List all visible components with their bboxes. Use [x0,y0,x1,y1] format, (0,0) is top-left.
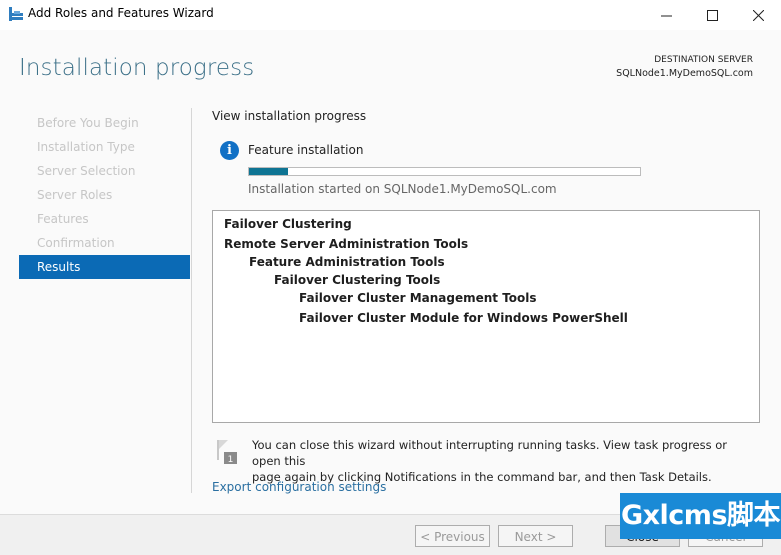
info-icon: i [220,141,239,160]
minimize-button[interactable] [643,0,689,30]
next-button[interactable]: Next > [498,525,573,547]
minimize-icon [660,15,672,16]
nav-item-installation-type: Installation Type [37,140,135,154]
result-item: Feature Administration Tools [249,255,445,269]
result-item: Failover Clustering [224,217,352,231]
result-item: Remote Server Administration Tools [224,237,469,251]
section-title: View installation progress [212,109,367,123]
notification-flag-icon: 1 [217,440,237,465]
wizard-nav: Before You Begin Installation Type Serve… [19,111,190,279]
wizard-header: Installation progress DESTINATION SERVER… [0,30,781,100]
watermark-overlay: Gxlcms脚本 [620,493,781,539]
nav-divider [191,108,192,493]
export-configuration-link[interactable]: Export configuration settings [212,480,386,494]
destination-server-label: DESTINATION SERVER [654,55,753,65]
result-item: Failover Cluster Management Tools [299,291,537,305]
nav-item-results[interactable]: Results [19,255,190,279]
result-item: Failover Cluster Module for Windows Powe… [299,311,628,325]
results-list: Failover Clustering Remote Server Admini… [212,210,760,423]
maximize-icon [706,9,718,21]
nav-item-server-roles: Server Roles [37,188,113,202]
nav-item-server-selection: Server Selection [37,164,136,178]
close-window-button[interactable] [735,0,781,30]
result-item: Failover Clustering Tools [274,273,441,287]
previous-button[interactable]: < Previous [415,525,490,547]
note-line-1: You can close this wizard without interr… [252,438,728,468]
installation-progress-bar [248,167,641,176]
progress-fill [249,168,289,175]
close-icon [752,9,764,21]
maximize-button[interactable] [689,0,735,30]
installation-started-text: Installation started on SQLNode1.MyDemoS… [248,182,557,196]
server-manager-icon [9,7,23,21]
wizard-body: Before You Begin Installation Type Serve… [0,100,781,514]
feature-installation-label: Feature installation [248,143,364,157]
nav-item-before-you-begin: Before You Begin [37,116,139,130]
window-title: Add Roles and Features Wizard [28,6,214,20]
close-wizard-note: You can close this wizard without interr… [252,437,752,485]
notification-badge: 1 [228,455,234,465]
title-bar: Add Roles and Features Wizard [0,0,781,30]
nav-item-features: Features [37,212,89,226]
destination-server-name: SQLNode1.MyDemoSQL.com [616,68,753,79]
page-title: Installation progress [19,55,255,81]
nav-item-confirmation: Confirmation [37,236,115,250]
